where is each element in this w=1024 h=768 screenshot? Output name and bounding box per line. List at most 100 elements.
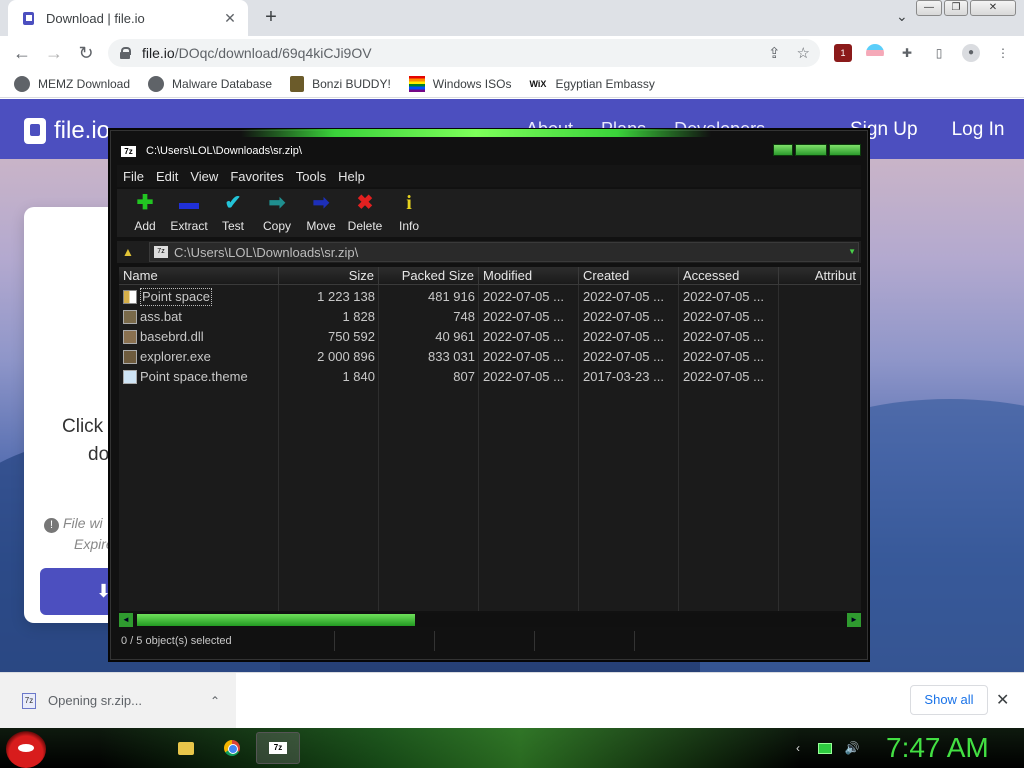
test-icon: ✔ — [224, 192, 242, 214]
tool-label: Test — [221, 219, 244, 233]
file-created: 2017-03-23 ... — [583, 369, 664, 384]
bookmark-malware-database[interactable]: Malware Database — [148, 75, 273, 92]
file-row[interactable]: explorer.exe 2 000 896 833 031 2022-07-0… — [119, 347, 861, 367]
column-header-size[interactable]: Size — [279, 267, 379, 285]
move-button[interactable]: ➡ Move — [299, 189, 343, 237]
scrollbar-thumb[interactable] — [137, 614, 415, 626]
window-glow — [241, 129, 711, 137]
file-modified: 2022-07-05 ... — [483, 289, 564, 304]
menu-view[interactable]: View — [190, 169, 218, 184]
reload-button[interactable]: ↻ — [74, 41, 98, 65]
bookmark-bonzi-buddy[interactable]: Bonzi BUDDY! — [290, 75, 391, 92]
window-controls: — ❐ ✕ — [916, 0, 1016, 16]
minimize-button[interactable]: — — [916, 0, 942, 16]
back-button[interactable]: ← — [10, 41, 34, 65]
batch-file-icon — [123, 310, 137, 324]
scroll-right-arrow-icon[interactable]: ► — [847, 613, 861, 627]
alert-icon: ! — [44, 518, 59, 533]
delete-button[interactable]: ✖ Delete — [343, 189, 387, 237]
7zip-close-button[interactable] — [829, 144, 861, 156]
tool-label: Delete — [347, 219, 383, 233]
close-window-button[interactable]: ✕ — [970, 0, 1016, 16]
browser-tab[interactable]: Download | file.io ✕ — [8, 0, 248, 36]
taskbar-clock[interactable]: 7:47 AM — [886, 732, 989, 764]
7zip-minimize-button[interactable] — [773, 144, 793, 156]
site-logo[interactable]: file.io — [24, 117, 110, 145]
bookmark-star-icon[interactable]: ☆ — [797, 44, 810, 62]
extension-badge-icon[interactable]: 1 — [834, 44, 852, 62]
column-header-attributes[interactable]: Attribut — [779, 267, 861, 285]
file-note: ! File wi Expire — [44, 513, 114, 555]
restore-button[interactable]: ❐ — [944, 0, 968, 16]
7zip-path-field[interactable]: 7z C:\Users\LOL\Downloads\sr.zip\ ▼ — [149, 242, 859, 262]
7zip-title-bar[interactable]: 7z C:\Users\LOL\Downloads\sr.zip\ — [111, 139, 867, 163]
card-line: do — [88, 444, 110, 465]
archive-icon: 7z — [154, 246, 168, 258]
tray-expand-icon[interactable]: ‹ — [790, 740, 806, 756]
menu-tools[interactable]: Tools — [296, 169, 326, 184]
scroll-left-arrow-icon[interactable]: ◄ — [119, 613, 133, 627]
file-accessed: 2022-07-05 ... — [683, 329, 764, 344]
test-button[interactable]: ✔ Test — [211, 189, 255, 237]
bookmark-memz[interactable]: MEMZ Download — [14, 75, 130, 92]
taskbar-chrome[interactable] — [210, 732, 254, 764]
browser-toolbar: ← → ↻ file.io/DOqc/download/69q4kiCJi9OV… — [0, 36, 1024, 70]
download-item[interactable]: 7z Opening sr.zip... ⌃ — [0, 673, 236, 728]
copy-button[interactable]: ➡ Copy — [255, 189, 299, 237]
folder-up-icon[interactable]: ▲ — [117, 241, 139, 263]
flag-extension-icon[interactable] — [866, 44, 884, 62]
7zip-maximize-button[interactable] — [795, 144, 827, 156]
bookmark-egyptian-embassy[interactable]: WiX Egyptian Embassy — [529, 77, 654, 91]
url-text[interactable]: file.io/DOqc/download/69q4kiCJi9OV — [142, 45, 372, 61]
bookmark-windows-isos[interactable]: Windows ISOs — [408, 75, 511, 92]
copy-icon: ➡ — [268, 192, 286, 214]
show-all-button[interactable]: Show all — [910, 685, 988, 715]
tab-close-icon[interactable]: ✕ — [222, 10, 238, 27]
close-shelf-icon[interactable]: ✕ — [996, 690, 1009, 710]
file-size: 1 828 — [342, 309, 375, 324]
file-row[interactable]: Point space 1 223 138 481 916 2022-07-05… — [119, 287, 861, 307]
download-status: Opening sr.zip... — [48, 693, 142, 708]
bookmark-label: Malware Database — [172, 76, 273, 91]
add-button[interactable]: ✚ Add — [123, 189, 167, 237]
column-header-created[interactable]: Created — [579, 267, 679, 285]
volume-icon[interactable]: 🔊 — [844, 740, 860, 756]
info-button[interactable]: i Info — [387, 189, 431, 237]
chevron-up-icon[interactable]: ⌃ — [210, 694, 220, 708]
column-header-packed-size[interactable]: Packed Size — [379, 267, 479, 285]
menu-edit[interactable]: Edit — [156, 169, 178, 184]
taskbar-explorer[interactable] — [164, 732, 208, 764]
column-header-accessed[interactable]: Accessed — [679, 267, 779, 285]
7zip-window[interactable]: 7z C:\Users\LOL\Downloads\sr.zip\ File E… — [110, 129, 868, 660]
column-header-name[interactable]: Name — [119, 267, 279, 285]
file-row[interactable]: Point space.theme 1 840 807 2022-07-05 .… — [119, 367, 861, 387]
side-panel-icon[interactable]: ▯ — [930, 44, 948, 62]
add-icon: ✚ — [136, 192, 154, 214]
menu-file[interactable]: File — [123, 169, 144, 184]
address-bar[interactable]: file.io/DOqc/download/69q4kiCJi9OV ⇪ ☆ — [108, 39, 820, 67]
tool-label: Add — [134, 219, 156, 233]
file-row[interactable]: ass.bat 1 828 748 2022-07-05 ... 2022-07… — [119, 307, 861, 327]
menu-help[interactable]: Help — [338, 169, 365, 184]
new-tab-button[interactable]: + — [260, 6, 282, 28]
forward-button[interactable]: → — [42, 41, 66, 65]
start-button-angry-bird-icon[interactable] — [6, 730, 46, 768]
puzzle-icon[interactable]: ✚ — [898, 44, 916, 62]
column-header-modified[interactable]: Modified — [479, 267, 579, 285]
profile-avatar-icon[interactable]: ● — [962, 44, 980, 62]
tab-search-icon[interactable]: ⌄ — [896, 8, 908, 25]
move-icon: ➡ — [312, 192, 330, 214]
lock-icon[interactable] — [120, 47, 131, 59]
extract-button[interactable]: ▬ Extract — [167, 189, 211, 237]
share-icon[interactable]: ⇪ — [768, 44, 781, 62]
horizontal-scrollbar[interactable]: ◄ ► — [119, 613, 861, 627]
taskbar-7zip[interactable]: 7z — [256, 732, 300, 764]
network-icon[interactable] — [818, 742, 832, 754]
folder-icon — [123, 290, 137, 304]
file-row[interactable]: basebrd.dll 750 592 40 961 2022-07-05 ..… — [119, 327, 861, 347]
menu-dots-icon[interactable]: ⋮ — [994, 44, 1012, 62]
log-in-link[interactable]: Log In — [952, 119, 1005, 141]
file-packed-size: 807 — [453, 369, 475, 384]
menu-favorites[interactable]: Favorites — [230, 169, 283, 184]
path-dropdown-icon[interactable]: ▼ — [848, 247, 856, 256]
